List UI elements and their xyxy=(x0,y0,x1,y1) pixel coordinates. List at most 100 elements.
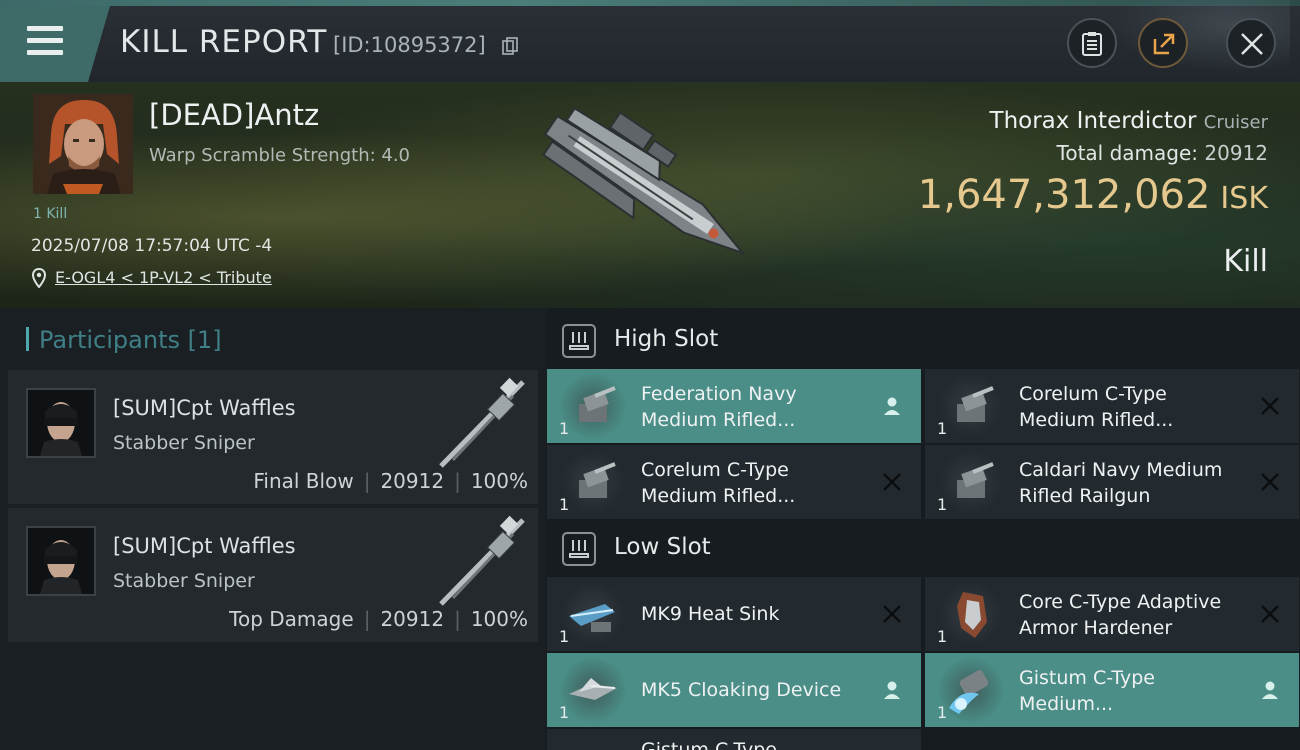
participant-name[interactable]: [SUM]Cpt Waffles xyxy=(113,534,296,558)
fitting-item[interactable]: 1 Core C-Type Adaptive Armor Hardener xyxy=(925,577,1299,651)
fitting-item[interactable]: 1 Federation Navy Medium Rifled... xyxy=(547,369,921,443)
ship-type-name: Thorax Interdictor xyxy=(989,108,1197,134)
page-title: KILL REPORT xyxy=(120,24,328,60)
isk-unit: ISK xyxy=(1220,181,1268,216)
victim-portrait[interactable] xyxy=(33,94,133,194)
ship-class: Cruiser xyxy=(1203,112,1268,133)
copy-icon[interactable] xyxy=(502,37,518,55)
item-name-line: Medium Rifled... xyxy=(641,409,796,431)
participant-row[interactable]: [SUM]Cpt Waffles Stabber Sniper Top Dama… xyxy=(8,508,538,642)
participant-damage: 20912 xyxy=(380,607,445,631)
participant-role: Final Blow xyxy=(253,469,354,493)
clipboard-button[interactable] xyxy=(1067,18,1117,68)
item-name-line: Federation Navy xyxy=(641,383,797,405)
x-icon xyxy=(1261,397,1279,415)
participant-avatar xyxy=(26,526,96,596)
item-name: Gistum C-Type Medium... xyxy=(1019,665,1249,717)
participants-count: [1] xyxy=(187,326,222,354)
item-quantity: 1 xyxy=(937,627,948,646)
victim-name[interactable]: [DEAD]Antz xyxy=(149,98,319,132)
item-name-line: MK5 Cloaking Device xyxy=(641,679,842,701)
item-name-line: Rifled Railgun xyxy=(1019,485,1151,507)
separator: | xyxy=(363,469,371,493)
participant-ship: Stabber Sniper xyxy=(113,570,255,592)
report-id: [ID:10895372] xyxy=(333,33,486,57)
item-name-line: Medium Rifled... xyxy=(641,485,796,507)
fitting-item[interactable]: 1 Gistum C-Type Medium... xyxy=(925,653,1299,727)
item-name: MK5 Cloaking Device xyxy=(641,677,871,703)
person-icon xyxy=(884,397,900,415)
x-icon xyxy=(1261,605,1279,623)
high-slot-label: High Slot xyxy=(614,326,719,352)
item-quantity: 1 xyxy=(559,495,570,514)
x-icon xyxy=(883,473,901,491)
item-name-line: Gistum C-Type xyxy=(641,739,777,750)
item-name-line: Medium Rifled... xyxy=(1019,409,1174,431)
item-name: MK9 Heat Sink xyxy=(641,601,871,627)
total-damage: Total damage: 20912 xyxy=(1057,141,1268,165)
item-name: Corelum C-Type Medium Rifled... xyxy=(1019,381,1249,433)
total-damage-label: Total damage: xyxy=(1056,141,1199,165)
victim-avatar xyxy=(33,94,133,194)
item-name: Federation Navy Medium Rifled... xyxy=(641,381,871,433)
fitting-item[interactable]: 1 Corelum C-Type Medium Rifled... xyxy=(547,445,921,519)
item-name-line: Caldari Navy Medium xyxy=(1019,459,1223,481)
fitting-item[interactable]: 1 MK5 Cloaking Device xyxy=(547,653,921,727)
participant-percent: 100% xyxy=(470,469,528,493)
participant-stats: Final Blow | 20912 | 100% xyxy=(253,469,528,493)
share-button[interactable] xyxy=(1138,18,1188,68)
item-name: Gistum C-Type xyxy=(641,737,871,750)
separator: | xyxy=(454,607,461,631)
fitting-item[interactable]: 1 Caldari Navy Medium Rifled Railgun xyxy=(925,445,1299,519)
item-name: Corelum C-Type Medium Rifled... xyxy=(641,457,871,509)
item-name: Core C-Type Adaptive Armor Hardener xyxy=(1019,589,1249,641)
low-slot-label: Low Slot xyxy=(614,534,711,560)
participant-portrait xyxy=(28,528,94,594)
fitting-item-partial[interactable]: Gistum C-Type xyxy=(547,729,921,750)
fitting-item[interactable]: 1 Corelum C-Type Medium Rifled... xyxy=(925,369,1299,443)
participants-heading: Participants [1] xyxy=(26,326,222,354)
turret-icon xyxy=(939,450,1003,514)
warp-scramble-strength: Warp Scramble Strength: 4.0 xyxy=(149,145,411,166)
participant-percent: 100% xyxy=(470,607,528,631)
close-icon xyxy=(1241,33,1263,55)
participant-name[interactable]: [SUM]Cpt Waffles xyxy=(113,396,296,420)
header-bar: KILL REPORT [ID:10895372] xyxy=(0,0,1300,82)
item-quantity: 1 xyxy=(937,495,948,514)
participant-role: Top Damage xyxy=(229,607,354,631)
armor-hardener-icon xyxy=(939,582,1003,646)
ship-image xyxy=(542,107,746,256)
location-link[interactable]: E-OGL4 < 1P-VL2 < Tribute xyxy=(55,268,272,287)
menu-icon-bar xyxy=(27,38,63,43)
item-name-line: MK9 Heat Sink xyxy=(641,603,780,625)
item-quantity: 1 xyxy=(559,627,570,646)
close-button[interactable] xyxy=(1226,18,1276,68)
isk-amount: 1,647,312,062 xyxy=(917,172,1211,218)
kill-report-screen: KILL REPORT [ID:10895372] [DEAD]Antz War… xyxy=(0,0,1300,750)
item-name-line: Corelum C-Type xyxy=(1019,383,1167,405)
separator: | xyxy=(363,607,371,631)
fitting-item[interactable]: 1 MK9 Heat Sink xyxy=(547,577,921,651)
heading-marker xyxy=(26,327,29,351)
isk-value: 1,647,312,062 ISK xyxy=(918,172,1268,218)
share-icon xyxy=(1153,33,1175,55)
person-icon xyxy=(884,681,900,699)
item-quantity: 1 xyxy=(937,419,948,438)
menu-button[interactable] xyxy=(0,6,110,82)
turret-icon xyxy=(561,374,625,438)
item-quantity: 1 xyxy=(559,703,570,722)
separator: | xyxy=(454,469,461,493)
heat-sink-icon xyxy=(561,582,625,646)
item-name: Caldari Navy Medium Rifled Railgun xyxy=(1019,457,1249,509)
ship-name[interactable]: Thorax Interdictor Cruiser xyxy=(990,108,1268,134)
item-quantity: 1 xyxy=(559,419,570,438)
menu-icon xyxy=(27,26,63,31)
low-slot-header: Low Slot xyxy=(546,518,1300,578)
participant-row[interactable]: [SUM]Cpt Waffles Stabber Sniper Final Bl… xyxy=(8,370,538,504)
item-name-line: Medium... xyxy=(1019,693,1114,715)
high-slot-icon xyxy=(562,324,596,358)
cloaking-device-icon xyxy=(561,658,625,722)
menu-icon-bar xyxy=(27,50,63,55)
participant-avatar xyxy=(26,388,96,458)
kill-datetime: 2025/07/08 17:57:04 UTC -4 xyxy=(31,236,273,256)
